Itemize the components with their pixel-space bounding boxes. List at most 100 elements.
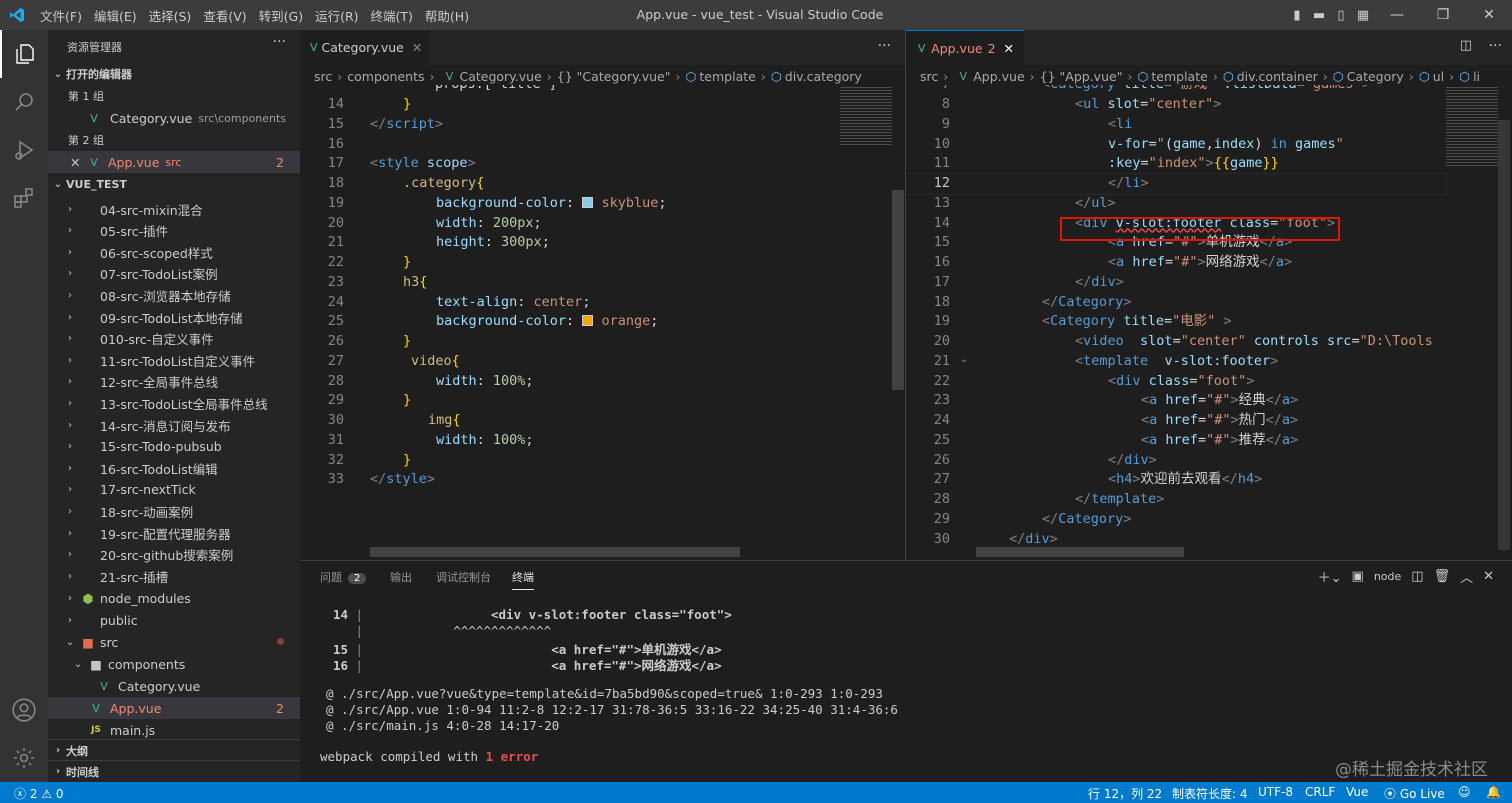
- terminal-name[interactable]: node: [1374, 570, 1401, 583]
- file-category[interactable]: V Category.vue: [48, 675, 300, 697]
- open-editor-category[interactable]: V Category.vue src\components: [48, 107, 300, 129]
- restore-icon[interactable]: ❐: [1420, 0, 1466, 30]
- file-app[interactable]: V App.vue 2: [48, 697, 300, 719]
- line-ending[interactable]: CRLF: [1305, 785, 1335, 799]
- folder-item[interactable]: › 19-src-配置代理服务器: [48, 522, 300, 544]
- menu-go[interactable]: 转到(G): [253, 6, 309, 25]
- tab-problems[interactable]: 问题 2: [320, 569, 367, 585]
- menu-help[interactable]: 帮助(H): [419, 6, 475, 25]
- go-live-button[interactable]: ⦿ Go Live: [1384, 785, 1445, 802]
- breadcrumb-item[interactable]: src: [920, 69, 938, 84]
- toggle-sidebar-icon[interactable]: ▮: [1286, 0, 1308, 30]
- project-header[interactable]: ⌄ VUE_TEST: [48, 173, 300, 195]
- timeline-header[interactable]: › 时间线: [48, 760, 300, 782]
- breadcrumb-item[interactable]: Category: [1347, 69, 1404, 84]
- more-actions-icon[interactable]: ···: [878, 38, 891, 54]
- new-terminal-icon[interactable]: ＋⌄: [1318, 567, 1342, 586]
- breadcrumb-item[interactable]: {} "App.vue": [1040, 69, 1123, 84]
- tab-output[interactable]: 输出: [390, 569, 412, 585]
- right-code-area[interactable]: 7<Category title="游戏" :listData="games">…: [906, 85, 1447, 549]
- menu-file[interactable]: 文件(F): [34, 6, 88, 25]
- tab-size[interactable]: 制表符长度: 4: [1172, 785, 1248, 802]
- tab-terminal[interactable]: 终端: [512, 569, 534, 590]
- folder-item[interactable]: › 15-src-Todo-pubsub: [48, 436, 300, 458]
- customize-layout-icon[interactable]: ▦: [1352, 0, 1374, 30]
- close-tab-icon[interactable]: ✕: [412, 40, 422, 55]
- folder-item[interactable]: › 04-src-mixin混合: [48, 198, 300, 220]
- close-tab-icon[interactable]: ✕: [1004, 41, 1014, 56]
- manage-gear-icon[interactable]: [0, 734, 48, 782]
- folder-item[interactable]: › 17-src-nextTick: [48, 479, 300, 501]
- open-editor-app[interactable]: ✕ V App.vue src 2: [48, 151, 300, 173]
- breadcrumb-item[interactable]: li: [1473, 69, 1480, 84]
- horizontal-scrollbar-thumb[interactable]: [370, 547, 740, 557]
- split-editor-icon[interactable]: ◫: [1460, 38, 1472, 53]
- menu-terminal[interactable]: 终端(T): [365, 6, 419, 25]
- extensions-icon[interactable]: [0, 174, 48, 222]
- minimap[interactable]: [840, 87, 892, 147]
- horizontal-scrollbar-thumb[interactable]: [976, 547, 1184, 557]
- more-actions-icon[interactable]: ···: [273, 34, 286, 50]
- minimap[interactable]: [1446, 87, 1498, 167]
- toggle-secondary-sidebar-icon[interactable]: ▯: [1330, 0, 1352, 30]
- toggle-panel-icon[interactable]: ▬: [1308, 0, 1330, 30]
- minimize-icon[interactable]: —: [1374, 0, 1420, 30]
- open-editors-header[interactable]: ⌄ 打开的编辑器: [48, 63, 300, 85]
- folder-item[interactable]: › 010-src-自定义事件: [48, 328, 300, 350]
- breadcrumb-item[interactable]: template: [1151, 69, 1207, 84]
- folder-item[interactable]: › 09-src-TodoList本地存储: [48, 306, 300, 328]
- terminal-output[interactable]: 14 | <div v-slot:footer class="foot"> | …: [300, 601, 1512, 781]
- folder-node-modules[interactable]: › ⬢ node_modules: [48, 587, 300, 609]
- encoding[interactable]: UTF-8: [1258, 785, 1293, 799]
- tab-category-vue[interactable]: V Category.vue ✕: [300, 30, 430, 65]
- split-terminal-icon[interactable]: ◫: [1411, 569, 1423, 584]
- folder-item[interactable]: › 05-src-插件: [48, 220, 300, 242]
- folder-item[interactable]: › 06-src-scoped样式: [48, 241, 300, 263]
- trash-icon[interactable]: 🗑: [1434, 569, 1451, 584]
- problems-status[interactable]: ⓧ 2 ⚠ 0: [14, 785, 64, 802]
- folder-item[interactable]: › 18-src-动画案例: [48, 500, 300, 522]
- run-debug-icon[interactable]: [0, 126, 48, 174]
- breadcrumb-item[interactable]: {} "Category.vue": [557, 69, 671, 84]
- breadcrumb-item[interactable]: components: [347, 69, 424, 84]
- menu-edit[interactable]: 编辑(E): [88, 6, 143, 25]
- left-code-area[interactable]: props:['title'] 14} 15</script> 16 17<st…: [300, 85, 840, 490]
- outline-header[interactable]: › 大纲: [48, 739, 300, 761]
- file-main-js[interactable]: JS main.js: [48, 719, 300, 741]
- folder-components[interactable]: ⌄ ■ components: [48, 653, 300, 675]
- language-mode[interactable]: Vue: [1346, 785, 1368, 799]
- explorer-icon[interactable]: [0, 30, 48, 78]
- tab-debug-console[interactable]: 调试控制台: [436, 569, 491, 585]
- scrollbar-thumb[interactable]: [1498, 120, 1510, 550]
- folder-item[interactable]: › 21-src-插槽: [48, 565, 300, 587]
- folder-src[interactable]: ⌄ ■ src: [48, 631, 300, 653]
- folder-item[interactable]: › 16-src-TodoList编辑: [48, 457, 300, 479]
- folder-item[interactable]: › 14-src-消息订阅与发布: [48, 414, 300, 436]
- breadcrumb-item[interactable]: App.vue: [973, 69, 1024, 84]
- close-panel-icon[interactable]: ✕: [1483, 569, 1494, 584]
- breadcrumb-item[interactable]: template: [699, 69, 755, 84]
- folder-public[interactable]: › public: [48, 609, 300, 631]
- scrollbar-thumb[interactable]: [892, 190, 904, 390]
- folder-item[interactable]: › 07-src-TodoList案例: [48, 263, 300, 285]
- tab-app-vue[interactable]: V App.vue 2 ✕: [906, 30, 1024, 65]
- more-actions-icon[interactable]: ···: [1489, 38, 1502, 54]
- breadcrumb-item[interactable]: Category.vue: [459, 69, 541, 84]
- folder-item[interactable]: › 20-src-github搜索案例: [48, 544, 300, 566]
- folder-item[interactable]: › 13-src-TodoList全局事件总线: [48, 392, 300, 414]
- fold-chevron-icon[interactable]: ⌄: [960, 354, 968, 365]
- breadcrumb-item[interactable]: div.container: [1237, 69, 1318, 84]
- close-editor-icon[interactable]: ✕: [70, 155, 84, 170]
- breadcrumb-item[interactable]: div.category: [785, 69, 862, 84]
- close-window-icon[interactable]: ✕: [1466, 0, 1512, 30]
- feedback-icon[interactable]: ☺: [1458, 785, 1471, 799]
- account-icon[interactable]: [0, 686, 48, 734]
- breadcrumb-item[interactable]: src: [314, 69, 332, 84]
- menu-selection[interactable]: 选择(S): [143, 6, 198, 25]
- menu-run[interactable]: 运行(R): [309, 6, 364, 25]
- folder-item[interactable]: › 12-src-全局事件总线: [48, 371, 300, 393]
- cursor-position[interactable]: 行 12，列 22: [1088, 785, 1162, 802]
- folder-item[interactable]: › 11-src-TodoList自定义事件: [48, 349, 300, 371]
- menu-view[interactable]: 查看(V): [197, 6, 252, 25]
- notifications-bell-icon[interactable]: 🔔: [1486, 785, 1501, 799]
